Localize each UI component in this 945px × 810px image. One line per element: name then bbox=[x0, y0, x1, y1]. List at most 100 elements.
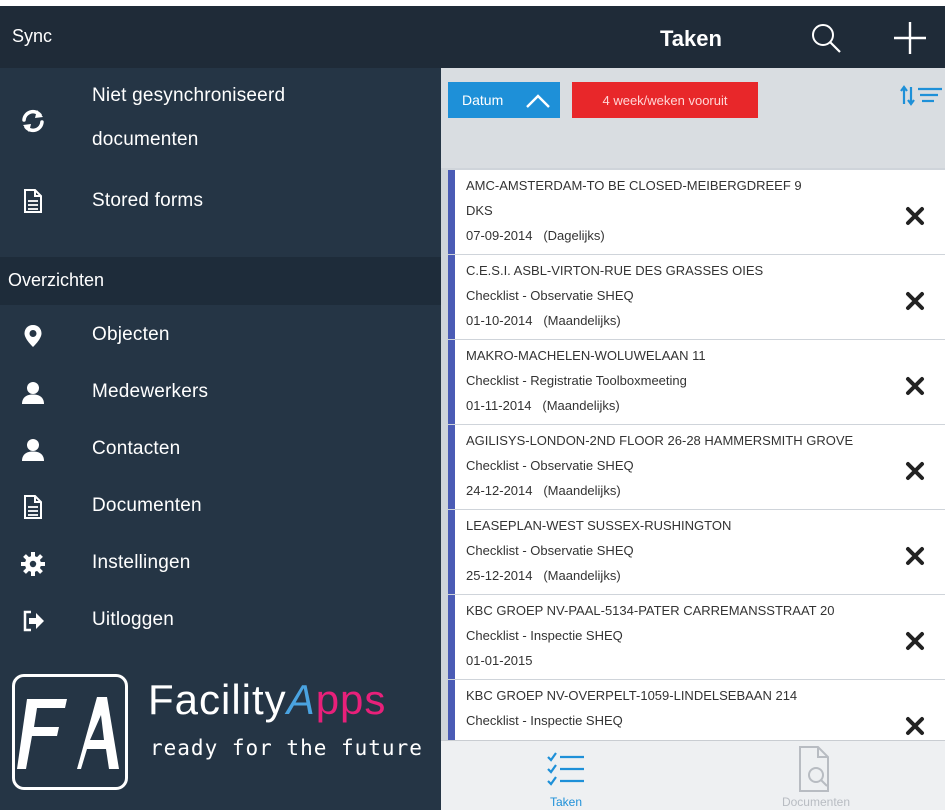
tab-documenten[interactable]: Documenten bbox=[751, 741, 881, 810]
task-date: 07-09-2014 (Dagelijks) bbox=[466, 228, 605, 243]
task-recurrence: (Maandelijks) bbox=[543, 568, 621, 583]
add-button[interactable] bbox=[890, 18, 930, 58]
bottom-tab-bar: Taken Documenten bbox=[441, 740, 945, 810]
task-form: Checklist - Inspectie SHEQ bbox=[466, 628, 623, 643]
task-row[interactable]: KBC GROEP NV-PAAL-5134-PATER CARREMANSST… bbox=[448, 595, 945, 679]
tab-taken[interactable]: Taken bbox=[521, 741, 611, 810]
sync-icon bbox=[22, 109, 44, 133]
task-list: AMC-AMSTERDAM-TO BE CLOSED-MEIBERGDREEF … bbox=[448, 170, 945, 740]
logo-text-part3: pps bbox=[315, 676, 387, 723]
sidebar-item-label: Contacten bbox=[92, 438, 181, 459]
sidebar: Niet gesynchroniseerd documenten Stored … bbox=[0, 68, 441, 810]
close-icon[interactable] bbox=[905, 206, 925, 226]
logo-text-part2: A bbox=[286, 676, 316, 723]
task-form: Checklist - Observatie SHEQ bbox=[466, 458, 634, 473]
task-date-value: 01-11-2014 bbox=[466, 398, 532, 413]
task-date-value: 24-12-2014 bbox=[466, 483, 533, 498]
task-form: Checklist - Observatie SHEQ bbox=[466, 543, 634, 558]
user-icon bbox=[22, 382, 44, 404]
document-icon bbox=[24, 495, 42, 519]
sidebar-item-label: Objecten bbox=[92, 324, 170, 345]
close-icon[interactable] bbox=[905, 631, 925, 651]
sidebar-item-label: Niet gesynchroniseerd bbox=[92, 85, 286, 106]
sidebar-item-label: Stored forms bbox=[92, 190, 204, 211]
date-sort-label: Datum bbox=[462, 92, 504, 108]
app-screen: Sync Taken Niet gesynchroniseerd documen… bbox=[0, 0, 945, 810]
sort-icon bbox=[900, 85, 942, 106]
task-location: KBC GROEP NV-PAAL-5134-PATER CARREMANSST… bbox=[466, 603, 835, 618]
plus-icon bbox=[894, 22, 926, 54]
task-location: LEASEPLAN-WEST SUSSEX-RUSHINGTON bbox=[466, 518, 732, 533]
sidebar-item-label: Documenten bbox=[92, 495, 202, 516]
close-icon[interactable] bbox=[905, 716, 925, 736]
task-date-value: 01-01-2015 bbox=[466, 653, 533, 668]
map-marker-icon bbox=[24, 325, 42, 347]
filter-bar: Datum 4 week/weken vooruit bbox=[441, 68, 945, 168]
task-row[interactable]: C.E.S.I. ASBL-VIRTON-RUE DES GRASSES OIE… bbox=[448, 255, 945, 339]
task-date-value: 01-10-2014 bbox=[466, 313, 533, 328]
page-title: Taken bbox=[660, 26, 722, 51]
sidebar-item-label-line2: documenten bbox=[92, 129, 199, 150]
close-icon[interactable] bbox=[905, 376, 925, 396]
task-date: 24-12-2014 (Maandelijks) bbox=[466, 483, 621, 498]
task-panel: Datum 4 week/weken vooruit AMC-AMSTERDAM… bbox=[441, 68, 945, 810]
fa-logo-icon bbox=[17, 697, 119, 769]
search-button[interactable] bbox=[808, 20, 844, 56]
sidebar-item-instellingen[interactable]: Instellingen bbox=[0, 539, 441, 591]
task-recurrence: (Maandelijks) bbox=[543, 483, 621, 498]
task-recurrence: (Maandelijks) bbox=[542, 398, 620, 413]
period-filter-button[interactable]: 4 week/weken vooruit bbox=[572, 82, 758, 118]
sidebar-item-label: Medewerkers bbox=[92, 381, 209, 402]
task-row[interactable]: AMC-AMSTERDAM-TO BE CLOSED-MEIBERGDREEF … bbox=[448, 170, 945, 254]
user-icon bbox=[22, 439, 44, 461]
sidebar-item-stored-forms[interactable]: Stored forms bbox=[0, 176, 441, 228]
date-sort-button[interactable]: Datum bbox=[448, 82, 560, 118]
task-date-value: 25-12-2014 bbox=[466, 568, 533, 583]
sidebar-item-medewerkers[interactable]: Medewerkers bbox=[0, 368, 441, 420]
sidebar-item-label: Uitloggen bbox=[92, 609, 175, 630]
search-icon bbox=[812, 24, 841, 53]
close-icon[interactable] bbox=[905, 291, 925, 311]
task-form: DKS bbox=[466, 203, 493, 218]
top-bar: Sync Taken bbox=[0, 6, 945, 68]
task-row[interactable]: MAKRO-MACHELEN-WOLUWELAAN 11 Checklist -… bbox=[448, 340, 945, 424]
task-location: MAKRO-MACHELEN-WOLUWELAAN 11 bbox=[466, 348, 706, 363]
task-row[interactable]: KBC GROEP NV-OVERPELT-1059-LINDELSEBAAN … bbox=[448, 680, 945, 740]
task-row[interactable]: AGILISYS-LONDON-2ND FLOOR 26-28 HAMMERSM… bbox=[448, 425, 945, 509]
sidebar-item-unsynced[interactable]: Niet gesynchroniseerd documenten bbox=[0, 68, 441, 188]
sort-options-button[interactable] bbox=[900, 84, 942, 108]
gear-icon bbox=[21, 552, 45, 576]
tab-label: Taken bbox=[549, 795, 583, 809]
task-location: AMC-AMSTERDAM-TO BE CLOSED-MEIBERGDREEF … bbox=[466, 178, 802, 193]
task-form: Checklist - Observatie SHEQ bbox=[466, 288, 634, 303]
task-location: KBC GROEP NV-OVERPELT-1059-LINDELSEBAAN … bbox=[466, 688, 798, 703]
task-form: Checklist - Registratie Toolboxmeeting bbox=[466, 373, 687, 388]
task-row[interactable]: LEASEPLAN-WEST SUSSEX-RUSHINGTON Checkli… bbox=[448, 510, 945, 594]
close-icon[interactable] bbox=[905, 461, 925, 481]
task-recurrence: (Maandelijks) bbox=[543, 313, 621, 328]
task-date-value: 07-09-2014 bbox=[466, 228, 533, 243]
document-icon bbox=[24, 189, 42, 213]
sidebar-item-label: Instellingen bbox=[92, 552, 191, 573]
task-date: 01-01-2015 bbox=[466, 653, 533, 668]
task-form: Checklist - Inspectie SHEQ bbox=[466, 713, 623, 728]
sync-title[interactable]: Sync bbox=[12, 26, 52, 47]
section-header-overzichten: Overzichten bbox=[0, 257, 441, 305]
sidebar-item-contacten[interactable]: Contacten bbox=[0, 425, 441, 477]
logo-tagline: ready for the future bbox=[150, 736, 423, 760]
close-icon[interactable] bbox=[905, 546, 925, 566]
section-title: Overzichten bbox=[8, 270, 105, 290]
facilityapps-logo-text: FacilityApps bbox=[148, 676, 386, 724]
checklist-icon bbox=[547, 752, 584, 786]
task-date: 25-12-2014 (Maandelijks) bbox=[466, 568, 621, 583]
sidebar-item-objecten[interactable]: Objecten bbox=[0, 311, 441, 363]
sidebar-item-documenten[interactable]: Documenten bbox=[0, 482, 441, 534]
sidebar-item-uitloggen[interactable]: Uitloggen bbox=[0, 596, 441, 648]
task-date: 01-11-2014 (Maandelijks) bbox=[466, 398, 620, 413]
tab-label: Documenten bbox=[781, 795, 851, 809]
document-search-icon bbox=[799, 746, 829, 792]
task-date: 01-10-2014 (Maandelijks) bbox=[466, 313, 621, 328]
logo-text-part1: Facility bbox=[148, 676, 287, 723]
chevron-up-icon bbox=[526, 94, 550, 108]
logout-icon bbox=[23, 610, 44, 632]
